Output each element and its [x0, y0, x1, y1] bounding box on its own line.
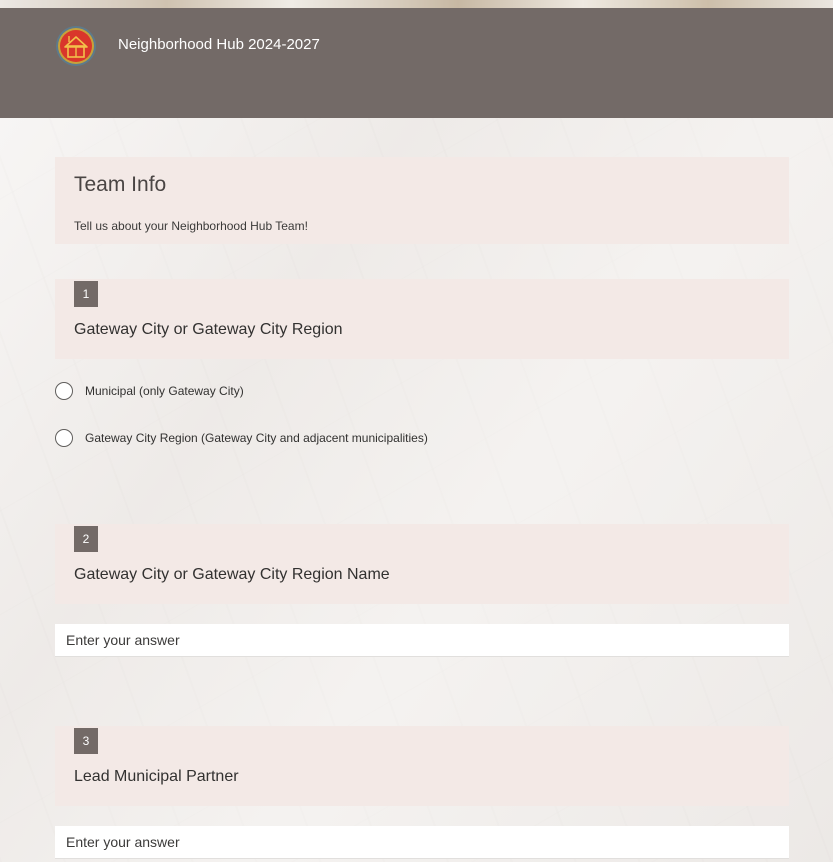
question-title: Gateway City or Gateway City Region [74, 321, 343, 338]
question-number-badge: 2 [74, 526, 98, 552]
question-title: Gateway City or Gateway City Region Name [74, 566, 390, 583]
radio-option-label: Gateway City Region (Gateway City and ad… [85, 431, 428, 445]
house-logo-icon [55, 25, 97, 67]
radio-option-municipal[interactable]: Municipal (only Gateway City) [55, 380, 244, 402]
section-description: Tell us about your Neighborhood Hub Team… [74, 219, 308, 233]
question-card-1: 1 Gateway City or Gateway City Region [55, 279, 789, 359]
radio-button[interactable] [55, 382, 73, 400]
question-title: Lead Municipal Partner [74, 768, 239, 785]
radio-option-label: Municipal (only Gateway City) [85, 384, 244, 398]
answer-input-lead-partner[interactable] [55, 826, 789, 859]
form-header: Neighborhood Hub 2024-2027 [0, 8, 833, 118]
answer-input-region-name[interactable] [55, 624, 789, 657]
form-title: Neighborhood Hub 2024-2027 [118, 36, 320, 53]
radio-option-region[interactable]: Gateway City Region (Gateway City and ad… [55, 427, 428, 449]
question-number-badge: 1 [74, 281, 98, 307]
background-image-strip [0, 0, 833, 8]
question-card-3: 3 Lead Municipal Partner [55, 726, 789, 806]
question-card-2: 2 Gateway City or Gateway City Region Na… [55, 524, 789, 604]
section-header-card: Team Info Tell us about your Neighborhoo… [55, 157, 789, 244]
radio-button[interactable] [55, 429, 73, 447]
section-title: Team Info [74, 173, 167, 196]
question-number-badge: 3 [74, 728, 98, 754]
